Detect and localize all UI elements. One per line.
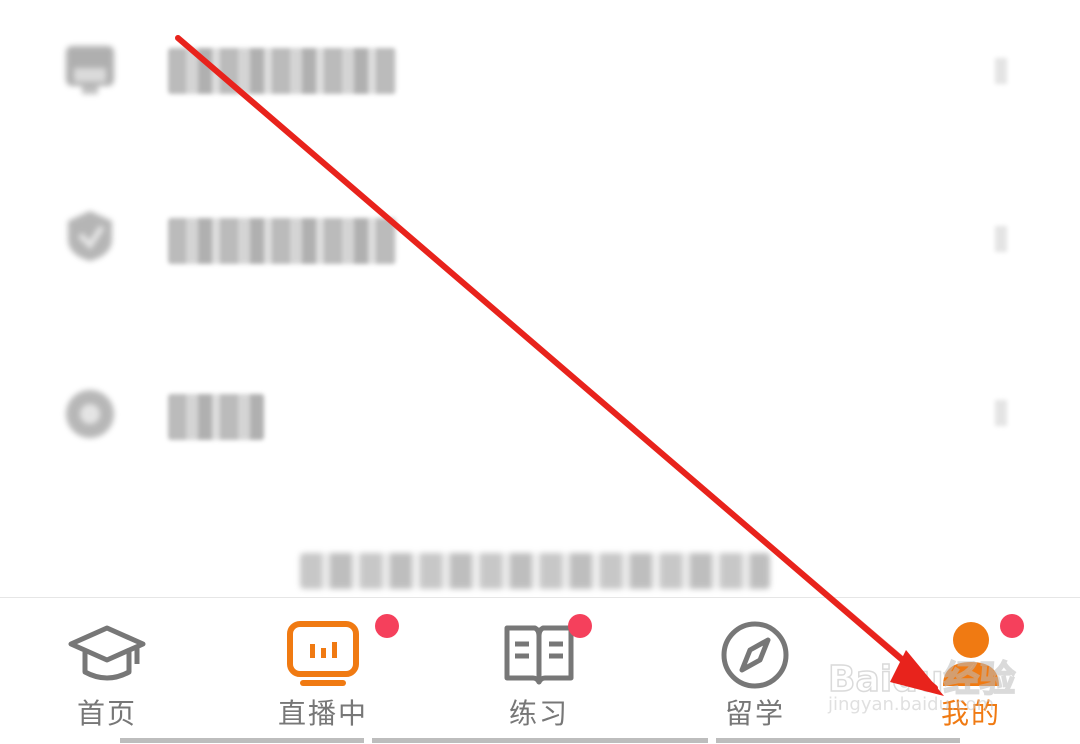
baidu-watermark: Baidu经验 jingyan.baidu.com bbox=[827, 622, 1028, 722]
list-item-label bbox=[168, 48, 396, 94]
chevron-right-icon bbox=[995, 58, 1007, 84]
blurred-footer-text bbox=[300, 553, 770, 589]
tab-study-abroad[interactable]: 留学 bbox=[660, 598, 850, 744]
blurred-icon bbox=[60, 384, 120, 444]
notification-badge bbox=[568, 614, 592, 638]
graduation-cap-icon bbox=[67, 622, 147, 690]
home-indicator bbox=[372, 738, 708, 743]
home-indicator bbox=[716, 738, 960, 743]
list-item-label bbox=[168, 394, 264, 440]
chevron-right-icon bbox=[995, 226, 1007, 252]
list-item-label bbox=[168, 218, 396, 264]
compass-icon bbox=[720, 620, 790, 694]
tab-label: 留学 bbox=[724, 697, 785, 730]
blurred-icon bbox=[60, 38, 120, 98]
blurred-icon bbox=[60, 205, 120, 265]
tab-label: 练习 bbox=[508, 697, 569, 730]
notification-badge bbox=[375, 614, 399, 638]
list-item[interactable] bbox=[0, 340, 1080, 490]
list-item[interactable] bbox=[0, 170, 1080, 320]
open-book-icon bbox=[503, 622, 575, 692]
chevron-right-icon bbox=[995, 400, 1007, 426]
tab-home[interactable]: 首页 bbox=[12, 598, 202, 744]
list-item[interactable] bbox=[0, 0, 1080, 150]
tab-label: 直播中 bbox=[277, 697, 368, 730]
live-tv-icon bbox=[286, 620, 360, 692]
watermark-url: jingyan.baidu.com bbox=[828, 694, 995, 715]
home-indicator bbox=[120, 738, 364, 743]
tab-practice[interactable]: 练习 bbox=[444, 598, 634, 744]
tab-label: 首页 bbox=[76, 697, 137, 730]
tab-live[interactable]: 直播中 bbox=[228, 598, 418, 744]
